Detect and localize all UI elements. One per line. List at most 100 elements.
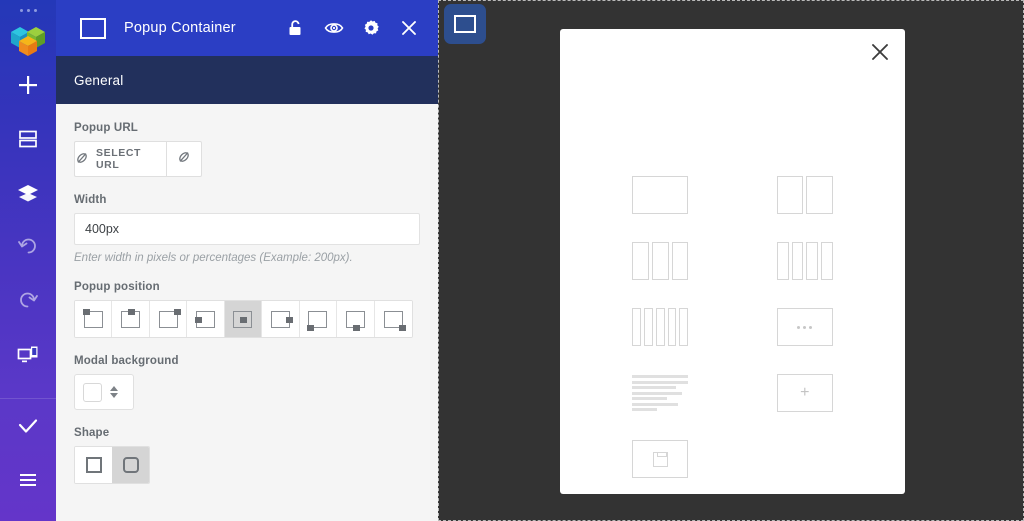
popup-preview[interactable]: +: [560, 29, 905, 494]
position-middle-right-icon: [271, 311, 290, 328]
panel-body: Popup URL SELECT URL: [56, 104, 438, 521]
element-image-block[interactable]: [632, 440, 688, 478]
sidebar-item-layout[interactable]: [0, 112, 56, 166]
unlink-url-button[interactable]: [166, 141, 202, 177]
container-box-icon: [80, 18, 106, 39]
layout-2-column-icon: [777, 176, 833, 214]
select-url-label: SELECT URL: [96, 147, 166, 171]
position-middle-center-button[interactable]: [225, 301, 262, 337]
panel-header-actions: [286, 19, 424, 37]
ellipsis-icon: [797, 326, 812, 329]
popup-block-palette: +: [560, 176, 905, 478]
panel-header: Popup Container: [56, 0, 438, 56]
eye-icon[interactable]: [324, 19, 342, 37]
shape-rounded-button[interactable]: [112, 447, 149, 483]
drag-handle-dots-icon: [20, 9, 37, 12]
undo-icon: [17, 236, 39, 258]
modal-background-picker[interactable]: [74, 374, 134, 410]
popup-url-control: SELECT URL: [74, 141, 202, 177]
element-image-block-icon: [632, 440, 688, 478]
position-bottom-right-icon: [384, 311, 403, 328]
field-popup-position: Popup position: [74, 281, 420, 338]
field-popup-url: Popup URL SELECT URL: [74, 122, 420, 177]
check-icon: [16, 414, 40, 438]
layout-more-options[interactable]: [777, 308, 833, 346]
panel-tabbar: General: [56, 56, 438, 104]
layout-3-column[interactable]: [632, 242, 688, 280]
layout-icon: [18, 129, 38, 149]
layout-5-column[interactable]: [632, 308, 688, 346]
select-url-button[interactable]: SELECT URL: [74, 141, 166, 177]
link-slash-icon: [177, 150, 191, 169]
position-top-left-icon: [84, 311, 103, 328]
container-box-icon: [454, 15, 476, 33]
link-slash-icon: [75, 151, 89, 168]
layers-icon: [17, 183, 39, 203]
sidebar-item-layers[interactable]: [0, 166, 56, 220]
popup-url-label: Popup URL: [74, 122, 420, 134]
gear-icon[interactable]: [362, 19, 380, 37]
tab-general[interactable]: General: [74, 73, 123, 88]
position-top-center-button[interactable]: [112, 301, 149, 337]
plus-icon: +: [800, 385, 809, 401]
layout-3-column-icon: [632, 242, 688, 280]
rounded-square-icon: [123, 457, 139, 473]
position-top-left-button[interactable]: [75, 301, 112, 337]
redo-icon: [17, 290, 39, 312]
shape-group: [74, 446, 150, 484]
shape-label: Shape: [74, 427, 420, 439]
position-bottom-left-button[interactable]: [300, 301, 337, 337]
layout-more-options-icon: [777, 308, 833, 346]
sidebar-item-add[interactable]: [0, 58, 56, 112]
width-label: Width: [74, 194, 420, 206]
app-root: Popup Container: [0, 0, 1024, 521]
position-middle-center-icon: [233, 311, 252, 328]
square-icon: [86, 457, 102, 473]
element-text-block-icon: [632, 375, 688, 411]
sidebar-item-menu[interactable]: [0, 453, 56, 507]
field-width: Width Enter width in pixels or percentag…: [74, 194, 420, 264]
layout-2-column[interactable]: [777, 176, 833, 214]
close-x-icon[interactable]: [400, 19, 418, 37]
sidebar-item-redo[interactable]: [0, 274, 56, 328]
devices-icon: [17, 345, 39, 365]
sidebar-item-undo[interactable]: [0, 220, 56, 274]
color-swatch[interactable]: [83, 383, 102, 402]
shape-square-button[interactable]: [75, 447, 112, 483]
field-shape: Shape: [74, 427, 420, 484]
popup-position-group: [74, 300, 413, 338]
layout-1-column[interactable]: [632, 176, 688, 214]
field-modal-background: Modal background: [74, 355, 420, 410]
layout-4-column[interactable]: [777, 242, 833, 280]
modal-background-label: Modal background: [74, 355, 420, 367]
width-input[interactable]: [74, 213, 420, 245]
position-middle-left-button[interactable]: [187, 301, 224, 337]
element-add-block[interactable]: +: [777, 374, 833, 412]
unlock-icon[interactable]: [286, 19, 304, 37]
popup-close-button[interactable]: [869, 41, 891, 63]
position-bottom-center-icon: [346, 311, 365, 328]
left-icon-rail: [0, 0, 56, 521]
sidebar-item-responsive[interactable]: [0, 328, 56, 382]
position-top-right-button[interactable]: [150, 301, 187, 337]
popup-position-label: Popup position: [74, 281, 420, 293]
canvas-container-badge[interactable]: [444, 4, 486, 44]
settings-panel: Popup Container: [56, 0, 438, 521]
position-bottom-right-button[interactable]: [375, 301, 412, 337]
position-bottom-center-button[interactable]: [337, 301, 374, 337]
hamburger-menu-icon: [17, 471, 39, 489]
app-logo[interactable]: [8, 24, 48, 58]
preview-canvas[interactable]: +: [438, 0, 1024, 521]
element-text-block[interactable]: [632, 374, 688, 412]
position-bottom-left-icon: [308, 311, 327, 328]
layout-4-column-icon: [777, 242, 833, 280]
position-middle-left-icon: [196, 311, 215, 328]
position-middle-right-button[interactable]: [262, 301, 299, 337]
element-add-block-icon: +: [777, 374, 833, 412]
layout-1-column-icon: [632, 176, 688, 214]
up-down-stepper-icon[interactable]: [110, 386, 118, 398]
sidebar-item-publish[interactable]: [0, 399, 56, 453]
page-title: Popup Container: [124, 20, 236, 36]
layout-5-column-icon: [632, 308, 688, 346]
plus-icon: [17, 74, 39, 96]
